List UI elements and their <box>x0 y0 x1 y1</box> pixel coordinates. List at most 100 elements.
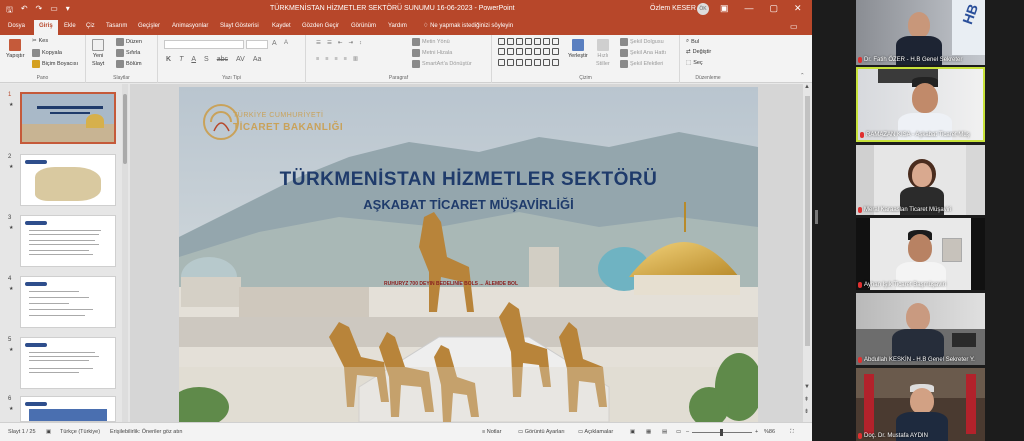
panel-splitter[interactable] <box>815 210 818 224</box>
slide-scrollbar[interactable]: ▲ ▼ ⇞ ⇟ <box>803 84 812 422</box>
find-button[interactable]: ⌕ Bul <box>686 38 699 45</box>
paste-button[interactable]: Yapıştır <box>6 39 25 59</box>
font-name-input[interactable] <box>164 40 244 49</box>
thumbnail-row[interactable]: 1 ★ <box>6 92 118 144</box>
tab-animasyonlar[interactable]: Animasyonlar <box>172 23 208 29</box>
thumbnail-row[interactable]: 2 ★ <box>6 154 118 206</box>
tab-tasarim[interactable]: Tasarım <box>106 23 127 29</box>
thumbnail-row[interactable]: 4 ★ <box>6 276 118 328</box>
prev-slide-icon[interactable]: ⇞ <box>804 396 809 403</box>
align-center-icon[interactable]: ≡ <box>325 56 328 62</box>
strikethrough-button[interactable]: abc <box>217 56 228 63</box>
shapes-gallery[interactable] <box>498 38 559 68</box>
tab-slayt-gosterisi[interactable]: Slayt Gösterisi <box>220 23 259 29</box>
slide-thumbnail[interactable] <box>20 92 116 144</box>
underline-button[interactable]: A <box>191 56 196 63</box>
redo-icon[interactable]: ↷ <box>36 4 43 18</box>
tab-gozden-gecir[interactable]: Gözden Geçir <box>302 23 339 29</box>
justify-icon[interactable]: ≡ <box>344 56 347 62</box>
tab-kaydet[interactable]: Kaydet <box>272 23 291 29</box>
numbering-icon[interactable]: ☰ <box>327 40 332 46</box>
participant-tile[interactable]: Abdullah KESKİN - H.B Genel Sekreter Y. <box>856 293 985 365</box>
slide-subtitle[interactable]: AŞKABAT TİCARET MÜŞAVİRLİĞİ <box>179 197 758 212</box>
present-icon[interactable]: ▭ <box>50 4 58 18</box>
collapse-ribbon-icon[interactable]: ⌃ <box>800 73 805 79</box>
cut-button[interactable]: ✂ Kes <box>32 38 48 44</box>
fit-slide-icon[interactable]: ⛶ <box>790 429 794 436</box>
shadow-button[interactable]: S <box>204 56 209 63</box>
normal-view-icon[interactable]: ▣ <box>630 429 635 435</box>
zoom-level[interactable]: %86 <box>764 429 775 435</box>
participant-tile[interactable]: Meral Karaaslan Ticaret Müşaviri <box>856 145 985 215</box>
copy-button[interactable]: Kopyala <box>32 49 62 57</box>
slide-thumbnail[interactable] <box>20 215 116 267</box>
comments-button[interactable]: ▭ Açıklamalar <box>578 429 613 435</box>
section-button[interactable]: Bölüm <box>116 60 142 68</box>
ribbon-display-icon[interactable]: ▣ <box>720 3 729 14</box>
quick-styles-button[interactable]: Hızlı Stiller <box>596 39 610 67</box>
thumbnail-scrollbar[interactable] <box>122 84 128 422</box>
scrollbar-thumb[interactable] <box>805 96 810 346</box>
minimize-button[interactable]: — <box>745 3 754 14</box>
align-left-icon[interactable]: ≡ <box>316 56 319 62</box>
avatar[interactable]: ÖK <box>697 3 709 15</box>
spellcheck-icon[interactable]: ▣ <box>46 429 51 435</box>
line-spacing-icon[interactable]: ↕ <box>359 40 362 46</box>
font-size-input[interactable] <box>246 40 268 49</box>
decrease-indent-icon[interactable]: ⇤ <box>338 40 343 46</box>
tell-me-box[interactable]: ♢ Ne yapmak istediğinizi söyleyin <box>423 22 513 29</box>
thumbnail-row[interactable]: 5 ★ <box>6 337 118 389</box>
layout-button[interactable]: Düzen <box>116 38 142 46</box>
tab-ekle[interactable]: Ekle <box>64 23 76 29</box>
undo-icon[interactable]: ↶ <box>21 4 28 18</box>
slide-thumbnail[interactable] <box>20 396 116 422</box>
participant-tile[interactable]: Ayhan Işık Ticaret Başmüşaviri <box>856 218 985 290</box>
slideshow-icon[interactable]: ▭ <box>676 429 681 435</box>
zoom-slider-thumb[interactable] <box>720 429 723 436</box>
maximize-button[interactable]: ▢ <box>770 3 779 14</box>
smartart-button[interactable]: SmartArt'a Dönüştür <box>412 60 472 68</box>
zoom-out-icon[interactable]: – <box>686 429 689 435</box>
font-shrink-icon[interactable]: A <box>284 40 288 46</box>
new-slide-button[interactable]: Yeni Slayt <box>92 39 104 67</box>
save-icon[interactable]: 🖫 <box>6 4 13 18</box>
format-painter-button[interactable]: Biçim Boyacısı <box>32 60 78 68</box>
scroll-down-icon[interactable]: ▼ <box>804 384 810 390</box>
slide-thumbnail[interactable] <box>20 337 116 389</box>
change-case-button[interactable]: Aa <box>253 56 262 63</box>
bullets-icon[interactable]: ☰ <box>316 40 321 46</box>
slide-thumbnail[interactable] <box>20 154 116 206</box>
accessibility-status[interactable]: Erişilebilirlik: Öneriler göz atın <box>110 429 182 435</box>
tab-gorunum[interactable]: Görünüm <box>351 23 376 29</box>
tab-ciz[interactable]: Çiz <box>86 23 95 29</box>
user-name[interactable]: Özlem KESER <box>650 5 696 12</box>
display-settings-button[interactable]: ▭ Görüntü Ayarları <box>518 429 565 435</box>
next-slide-icon[interactable]: ⇟ <box>804 408 809 415</box>
shape-outline-button[interactable]: Şekil Ana Hattı <box>620 49 666 57</box>
participant-tile-active[interactable]: RAMAZAN KISA - Aşkabat Ticaret Müş <box>856 67 985 142</box>
scroll-up-icon[interactable]: ▲ <box>804 84 810 90</box>
tab-dosya[interactable]: Dosya <box>8 23 25 29</box>
bold-button[interactable]: K <box>166 56 171 63</box>
increase-indent-icon[interactable]: ⇥ <box>348 40 353 46</box>
slide-sorter-icon[interactable]: ▦ <box>646 429 651 435</box>
scrollbar-thumb[interactable] <box>123 94 127 164</box>
notes-button[interactable]: ≡ Notlar <box>482 429 501 435</box>
participant-tile[interactable]: Doç. Dr. Mustafa AYDIN <box>856 368 985 441</box>
select-button[interactable]: ⬚ Seç <box>686 60 703 66</box>
tab-gecisler[interactable]: Geçişler <box>138 23 160 29</box>
shape-fill-button[interactable]: Şekil Dolgusu <box>620 38 664 46</box>
customize-icon[interactable]: ▾ <box>66 4 70 18</box>
slide-title[interactable]: TÜRKMENİSTAN HİZMETLER SEKTÖRÜ <box>179 169 758 191</box>
columns-icon[interactable]: ▥ <box>353 56 358 62</box>
zoom-in-icon[interactable]: + <box>755 429 758 435</box>
replace-button[interactable]: ⇄ Değiştir <box>686 49 711 55</box>
slide-thumbnail[interactable] <box>20 276 116 328</box>
italic-button[interactable]: T <box>179 56 183 63</box>
tab-giris[interactable]: Giriş <box>34 20 58 35</box>
shape-effects-button[interactable]: Şekil Efektleri <box>620 60 663 68</box>
participant-tile[interactable]: HB Dr. Fatih ÖZER - H.B Genel Sekreter <box>856 0 985 65</box>
current-slide[interactable]: TÜRKİYE CUMHURİYETİ TİCARET BAKANLIĞI TÜ… <box>179 87 758 422</box>
text-direction-button[interactable]: Metin Yönü <box>412 38 450 46</box>
align-text-button[interactable]: Metni Hizala <box>412 49 452 57</box>
